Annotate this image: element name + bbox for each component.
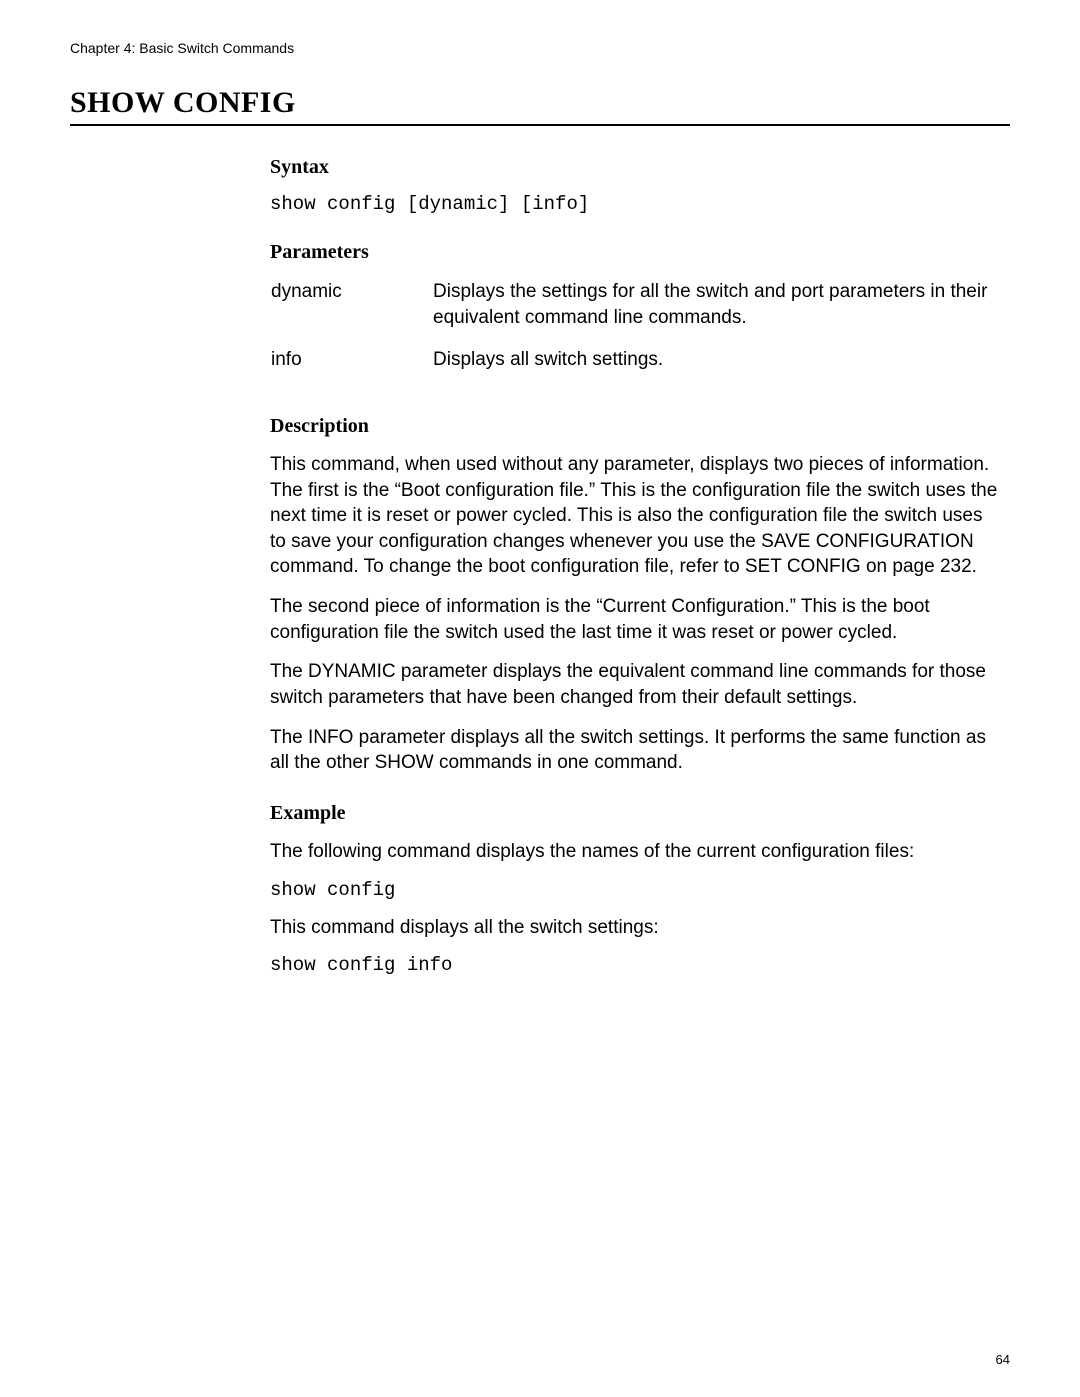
param-name: info: [270, 346, 432, 389]
description-paragraph: The DYNAMIC parameter displays the equiv…: [270, 659, 1000, 710]
description-paragraph: The second piece of information is the “…: [270, 594, 1000, 645]
example-code: show config: [270, 879, 1000, 901]
page-number: 64: [996, 1352, 1010, 1367]
chapter-header: Chapter 4: Basic Switch Commands: [70, 40, 1010, 56]
table-row: dynamic Displays the settings for all th…: [270, 278, 1000, 346]
title-rule: [70, 124, 1010, 126]
param-desc: Displays the settings for all the switch…: [432, 278, 1000, 346]
description-paragraph: This command, when used without any para…: [270, 452, 1000, 580]
description-heading: Description: [270, 415, 1000, 438]
param-name: dynamic: [270, 278, 432, 346]
example-intro: This command displays all the switch set…: [270, 915, 1000, 941]
description-paragraph: The INFO parameter displays all the swit…: [270, 725, 1000, 776]
page-title: SHOW CONFIG: [70, 86, 1010, 120]
param-desc: Displays all switch settings.: [432, 346, 1000, 389]
parameters-heading: Parameters: [270, 241, 1000, 264]
example-code: show config info: [270, 954, 1000, 976]
syntax-code: show config [dynamic] [info]: [270, 193, 1000, 215]
page: Chapter 4: Basic Switch Commands SHOW CO…: [0, 0, 1080, 1397]
syntax-heading: Syntax: [270, 156, 1000, 179]
content-area: Syntax show config [dynamic] [info] Para…: [270, 156, 1000, 976]
table-row: info Displays all switch settings.: [270, 346, 1000, 389]
example-heading: Example: [270, 802, 1000, 825]
example-intro: The following command displays the names…: [270, 839, 1000, 865]
parameters-table: dynamic Displays the settings for all th…: [270, 278, 1000, 389]
